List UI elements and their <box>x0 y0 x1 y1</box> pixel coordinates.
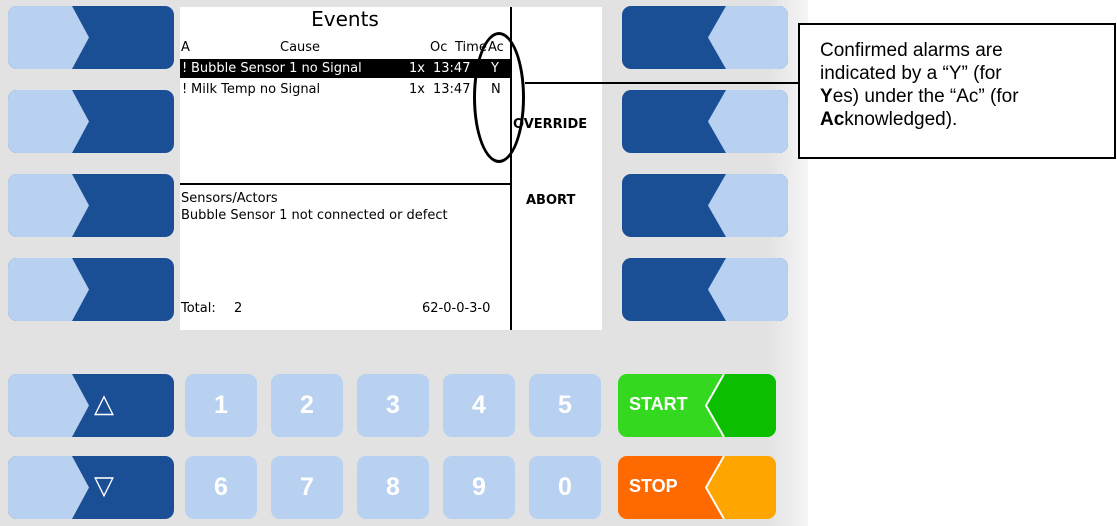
callout-line-4-rest: knowledged). <box>844 109 958 130</box>
key-4[interactable]: 4 <box>443 374 515 437</box>
event-time: 13:47 <box>433 82 471 97</box>
event-mark: ! <box>182 61 188 76</box>
left-softkey-2-shape <box>8 90 89 153</box>
event-occurrences: 1x <box>409 61 425 76</box>
event-time: 13:47 <box>433 61 471 76</box>
key-2[interactable]: 2 <box>271 374 343 437</box>
left-softkey-1-shape <box>8 6 89 69</box>
callout-line-4: Acknowledged). <box>820 108 1104 131</box>
event-row-selected[interactable]: ! Bubble Sensor 1 no Signal 1x 13:47 Y <box>180 59 510 78</box>
column-header-a: A <box>181 40 190 55</box>
right-softkey-1-shape <box>708 6 788 69</box>
stop-label: STOP <box>629 476 678 496</box>
down-arrow-button-shape <box>8 456 89 519</box>
left-softkey-3-shape <box>8 174 89 237</box>
right-softkey-4-shape <box>708 258 788 321</box>
annotation-leader-line <box>525 82 798 84</box>
override-label: OVERRIDE <box>513 117 588 132</box>
event-cause: Bubble Sensor 1 no Signal <box>191 61 362 76</box>
event-cause: Milk Temp no Signal <box>191 82 321 97</box>
left-softkey-3[interactable] <box>8 174 174 237</box>
callout-bold-y: Y <box>820 86 833 107</box>
screen-code: 62-0-0-3-0 <box>422 301 491 316</box>
up-arrow-button[interactable]: △ <box>8 374 174 437</box>
callout-line-2: indicated by a “Y” (for <box>820 63 1002 84</box>
column-header-cause: Cause <box>280 40 321 55</box>
key-5[interactable]: 5 <box>529 374 601 437</box>
event-description: Bubble Sensor 1 not connected or defect <box>181 208 448 223</box>
right-softkey-2-shape <box>708 90 788 153</box>
event-occurrences: 1x <box>409 82 425 97</box>
lcd-screen: Events A Cause Oc Time Ac ! Bubble Senso… <box>180 7 602 330</box>
stop-button[interactable]: STOP <box>618 456 776 519</box>
key-7[interactable]: 7 <box>271 456 343 519</box>
start-label: START <box>629 394 688 414</box>
annotation-circle <box>473 32 525 163</box>
callout-bold-ac: Ac <box>820 109 845 130</box>
right-softkey-override-top[interactable] <box>622 6 788 69</box>
key-6[interactable]: 6 <box>185 456 257 519</box>
left-softkey-2[interactable] <box>8 90 174 153</box>
key-9[interactable]: 9 <box>443 456 515 519</box>
left-softkey-1[interactable] <box>8 6 174 69</box>
right-softkey-override[interactable] <box>622 90 788 153</box>
key-0[interactable]: 0 <box>529 456 601 519</box>
screen-title: Events <box>311 7 379 31</box>
event-mark: ! <box>182 82 188 97</box>
screen-horizontal-divider <box>180 183 510 185</box>
event-row[interactable]: ! Milk Temp no Signal 1x 13:47 N <box>180 80 510 99</box>
left-softkey-4[interactable] <box>8 258 174 321</box>
callout-line-1: Confirmed alarms are <box>820 40 1003 61</box>
callout-line-3: Yes) under the “Ac” (for <box>820 85 1104 108</box>
left-softkey-4-shape <box>8 258 89 321</box>
up-arrow-button-shape <box>8 374 89 437</box>
device-panel: Events A Cause Oc Time Ac ! Bubble Senso… <box>0 0 808 526</box>
up-arrow-icon: △ <box>94 388 114 418</box>
right-softkey-3-shape <box>708 174 788 237</box>
callout-box: Confirmed alarms are indicated by a “Y” … <box>798 23 1116 159</box>
abort-label: ABORT <box>526 193 576 208</box>
right-softkey-abort[interactable] <box>622 174 788 237</box>
event-category: Sensors/Actors <box>181 191 278 206</box>
down-arrow-icon: ▽ <box>94 470 114 500</box>
key-8[interactable]: 8 <box>357 456 429 519</box>
callout-line-3-rest: es) under the “Ac” (for <box>832 86 1019 107</box>
right-softkey-4[interactable] <box>622 258 788 321</box>
start-button[interactable]: START <box>618 374 776 437</box>
total-value: 2 <box>234 301 243 316</box>
key-3[interactable]: 3 <box>357 374 429 437</box>
total-label: Total: <box>181 301 216 316</box>
key-1[interactable]: 1 <box>185 374 257 437</box>
column-header-oc: Oc <box>430 40 448 55</box>
down-arrow-button[interactable]: ▽ <box>8 456 174 519</box>
